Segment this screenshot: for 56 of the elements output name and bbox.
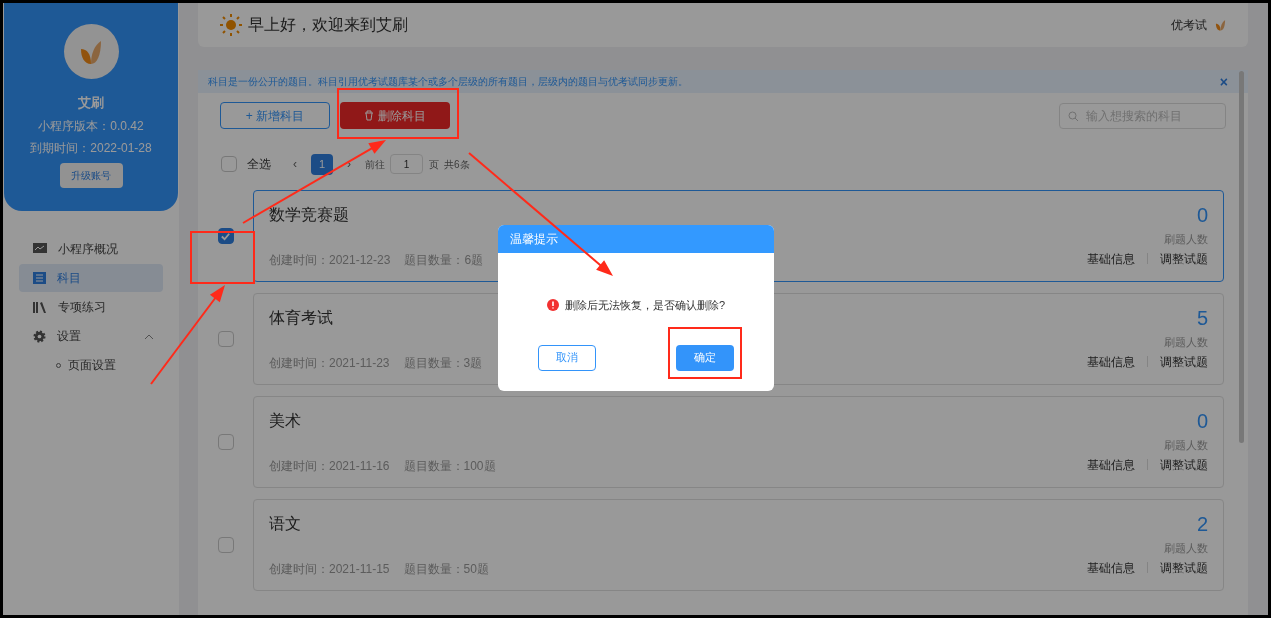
page-unit-label: 页 (429, 157, 439, 172)
subject-title: 美术 (269, 411, 301, 431)
user-count: 0 (1196, 409, 1208, 433)
trash-icon (364, 110, 374, 121)
nav-item[interactable]: 设置 (19, 322, 163, 350)
page-input[interactable]: 1 (390, 154, 423, 174)
card-action-link[interactable]: 调整试题 (1160, 249, 1208, 268)
user-name[interactable]: 优考试 (1171, 16, 1207, 34)
dialog-message: 删除后无法恢复，是否确认删除? (564, 298, 726, 313)
expiry-text: 到期时间：2022-01-28 (30, 139, 152, 157)
next-page-button[interactable]: › (347, 155, 351, 173)
page-button[interactable]: 1 (311, 153, 333, 175)
user-count: 0 (1196, 203, 1208, 227)
monitor-icon (33, 243, 47, 255)
version-text: 小程序版本：0.0.42 (38, 117, 144, 135)
sun-icon (220, 14, 242, 36)
select-all-label[interactable]: 全选 (247, 155, 271, 173)
subject-title: 语文 (269, 514, 301, 534)
subject-title: 数学竞赛题 (269, 205, 349, 225)
total-count: 共6条 (444, 157, 470, 172)
card-action-link[interactable]: 基础信息 (1087, 455, 1135, 474)
delete-subject-button[interactable]: 删除科目 (340, 102, 450, 129)
warning-icon (546, 299, 559, 312)
card-action-link[interactable]: 调整试题 (1160, 558, 1208, 577)
nav-item[interactable]: 小程序概况 (19, 235, 163, 263)
checkbox[interactable] (217, 537, 234, 553)
prev-page-button[interactable]: ‹ (293, 155, 297, 173)
card-action-link[interactable]: 调整试题 (1160, 352, 1208, 371)
list-icon (33, 272, 46, 284)
card-action-link[interactable]: 基础信息 (1087, 558, 1135, 577)
chevron-icon (145, 333, 153, 339)
books-icon (33, 301, 47, 313)
logo-icon (1215, 19, 1226, 31)
checkbox[interactable] (221, 156, 237, 172)
checkbox[interactable] (217, 331, 234, 347)
confirm-button[interactable]: 确定 (676, 344, 734, 371)
app-name: 艾刷 (78, 94, 104, 112)
user-count: 2 (1196, 512, 1208, 536)
search-icon (1068, 110, 1079, 122)
subject-title: 体育考试 (269, 308, 333, 328)
user-count: 5 (1196, 306, 1208, 330)
goto-label: 前往 (365, 157, 385, 172)
checkbox[interactable] (217, 434, 234, 450)
notice-text: 科目是一份公开的题目。科目引用优考试题库某个或多个层级的所有题目，层级内的题目与优考试同步更新。 (208, 75, 689, 89)
nav-item[interactable]: 专项练习 (19, 293, 163, 321)
nav-subitem[interactable]: 页面设置 (19, 351, 163, 379)
dialog-title: 温馨提示 (510, 231, 558, 248)
greeting-text: 早上好，欢迎来到艾刷 (248, 15, 409, 35)
logo-icon (63, 24, 119, 79)
cancel-button[interactable]: 取消 (538, 344, 596, 371)
checkmark-icon (220, 230, 231, 242)
card-action-link[interactable]: 基础信息 (1087, 352, 1135, 371)
annotation-box (190, 231, 255, 284)
card-action-link[interactable]: 基础信息 (1087, 249, 1135, 268)
gear-icon (33, 329, 46, 343)
card-action-link[interactable]: 调整试题 (1160, 455, 1208, 474)
